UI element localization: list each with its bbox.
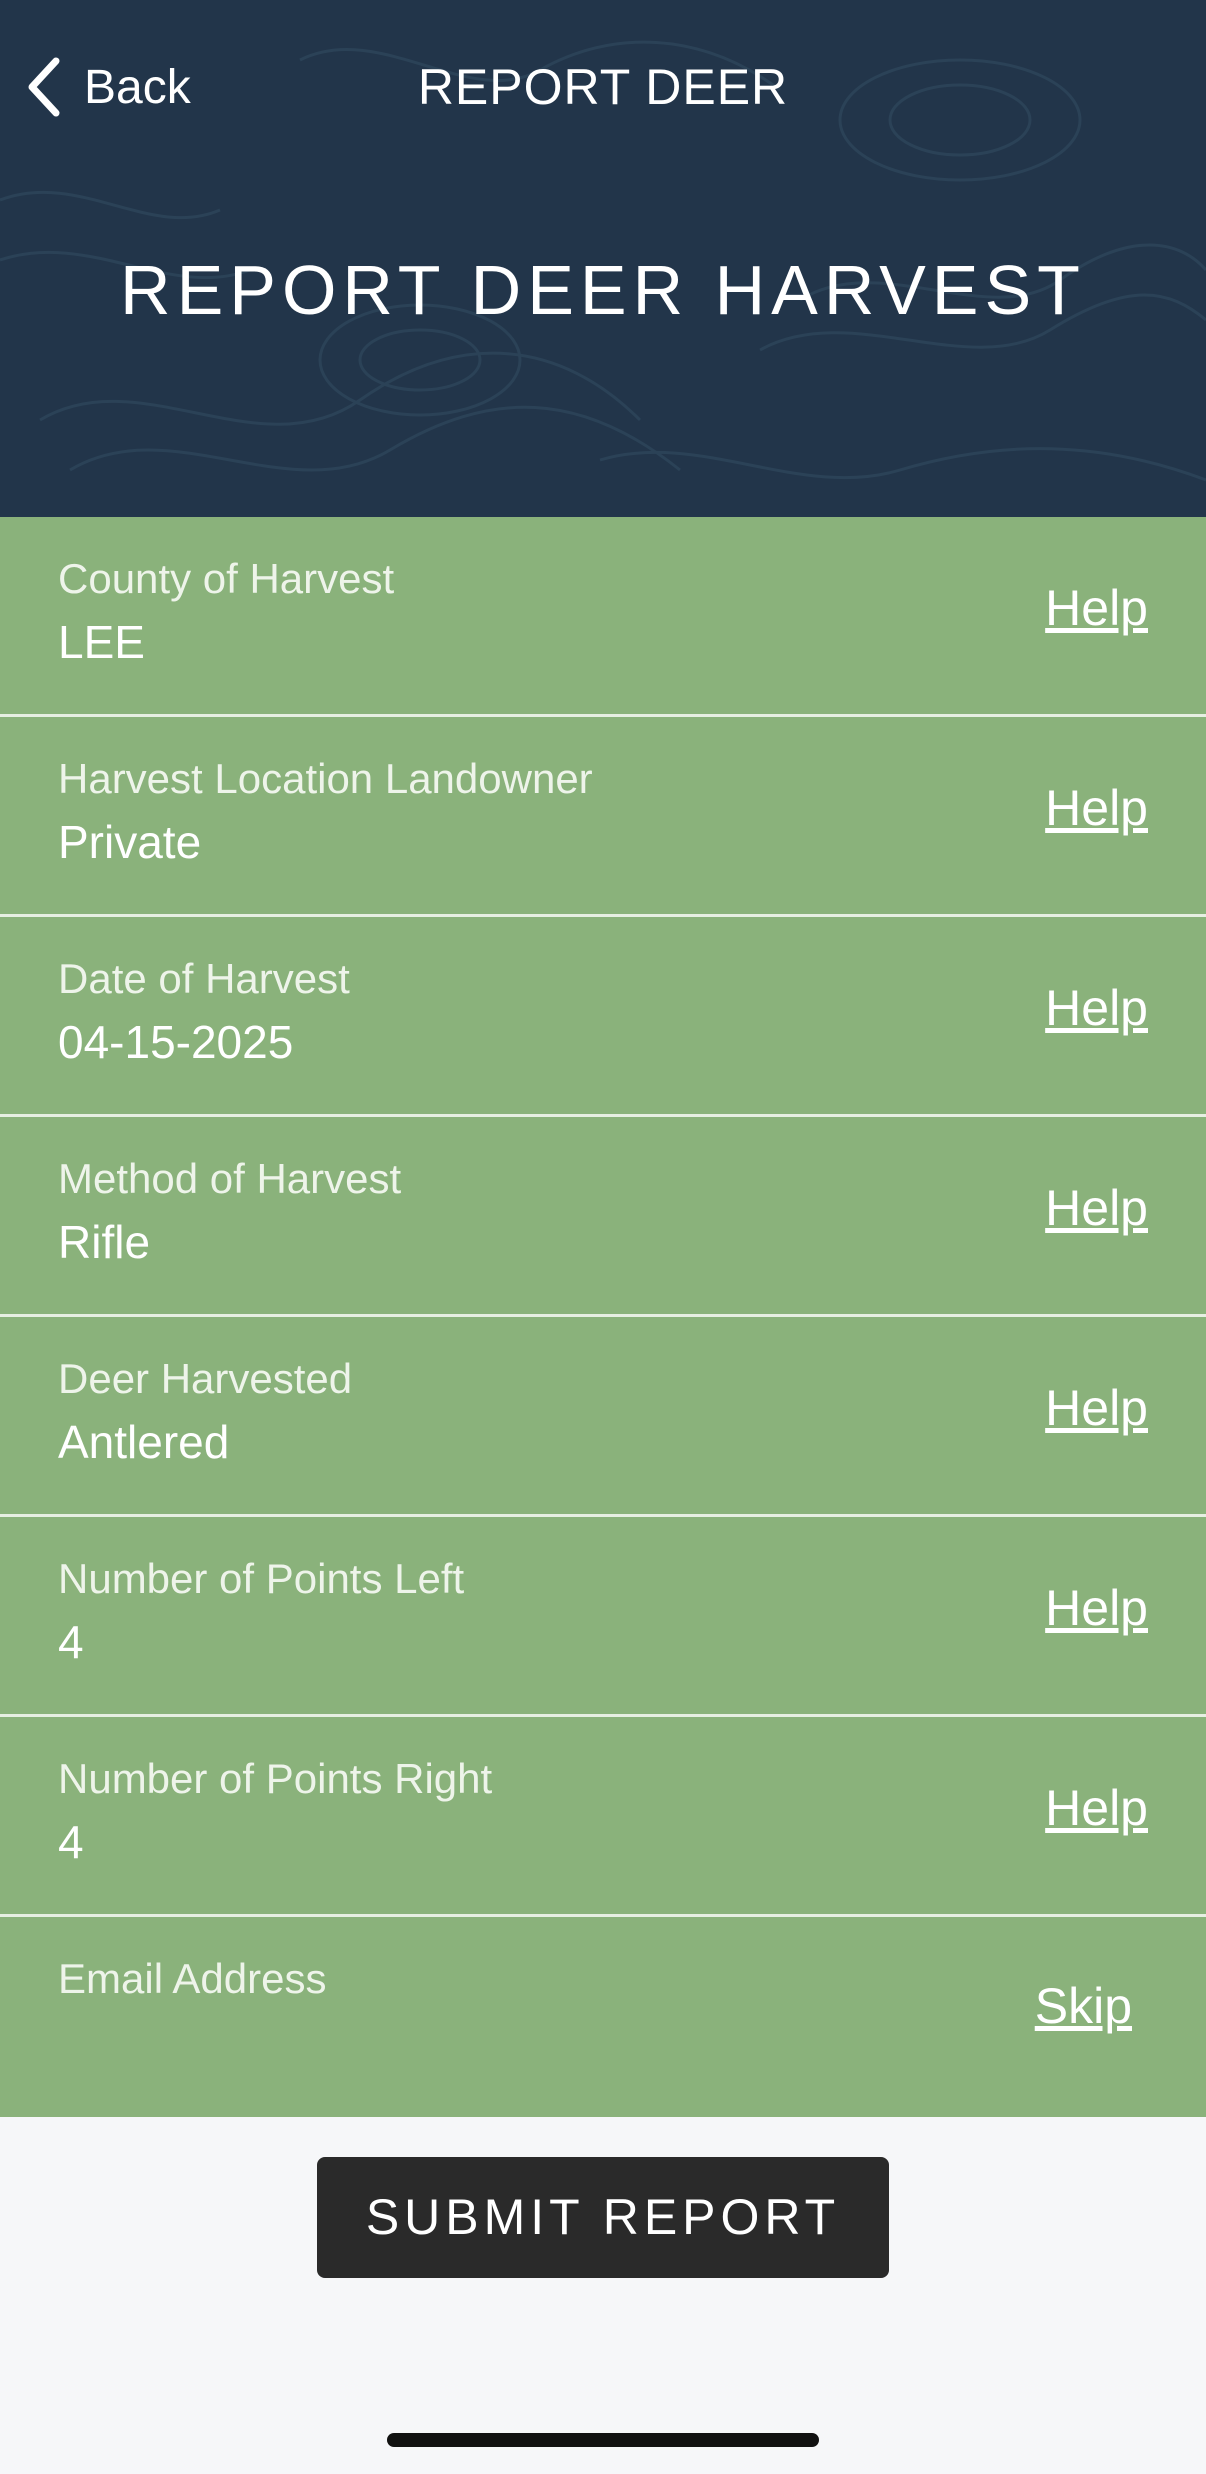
field-label: Number of Points Right <box>58 1755 493 1802</box>
harvest-form: County of Harvest LEE Help Harvest Locat… <box>0 517 1206 2117</box>
field-label: Date of Harvest <box>58 955 350 1002</box>
field-value: 04-15-2025 <box>58 1016 294 1068</box>
page-title: REPORT DEER HARVEST <box>120 251 1086 329</box>
field-value: Private <box>58 816 202 868</box>
field-label: County of Harvest <box>58 555 395 602</box>
field-deer-harvested[interactable]: Deer Harvested Antlered Help <box>0 1317 1206 1517</box>
header-banner: Back REPORT DEER REPORT DEER HARVEST <box>0 0 1206 517</box>
help-link[interactable]: Help <box>1045 779 1148 837</box>
field-label: Method of Harvest <box>58 1155 402 1202</box>
submit-report-button[interactable]: SUBMIT REPORT <box>317 2157 889 2278</box>
field-number-of-points-left[interactable]: Number of Points Left 4 Help <box>0 1517 1206 1717</box>
help-link[interactable]: Help <box>1045 1379 1148 1437</box>
field-label: Number of Points Left <box>58 1555 465 1602</box>
field-value: Antlered <box>58 1416 230 1468</box>
redacted-email-value <box>58 2017 558 2067</box>
skip-link[interactable]: Skip <box>1035 1977 1132 2035</box>
field-label: Email Address <box>58 1955 327 2002</box>
field-value: LEE <box>58 616 145 668</box>
field-value: 4 <box>58 1616 84 1668</box>
field-method-of-harvest[interactable]: Method of Harvest Rifle Help <box>0 1117 1206 1317</box>
field-harvest-location-landowner[interactable]: Harvest Location Landowner Private Help <box>0 717 1206 917</box>
field-date-of-harvest[interactable]: Date of Harvest 04-15-2025 Help <box>0 917 1206 1117</box>
help-link[interactable]: Help <box>1045 979 1148 1037</box>
help-link[interactable]: Help <box>1045 1579 1148 1637</box>
field-email-address[interactable]: Email Address Skip <box>0 1917 1206 2117</box>
field-value: Rifle <box>58 1216 151 1268</box>
help-link[interactable]: Help <box>1045 1779 1148 1837</box>
help-link[interactable]: Help <box>1045 1179 1148 1237</box>
field-number-of-points-right[interactable]: Number of Points Right 4 Help <box>0 1717 1206 1917</box>
field-county-of-harvest[interactable]: County of Harvest LEE Help <box>0 517 1206 717</box>
help-link[interactable]: Help <box>1045 579 1148 637</box>
home-indicator <box>387 2433 819 2447</box>
field-label: Harvest Location Landowner <box>58 755 593 802</box>
field-value: 4 <box>58 1816 84 1868</box>
nav-title: REPORT DEER <box>417 59 789 115</box>
field-label: Deer Harvested <box>58 1355 353 1402</box>
